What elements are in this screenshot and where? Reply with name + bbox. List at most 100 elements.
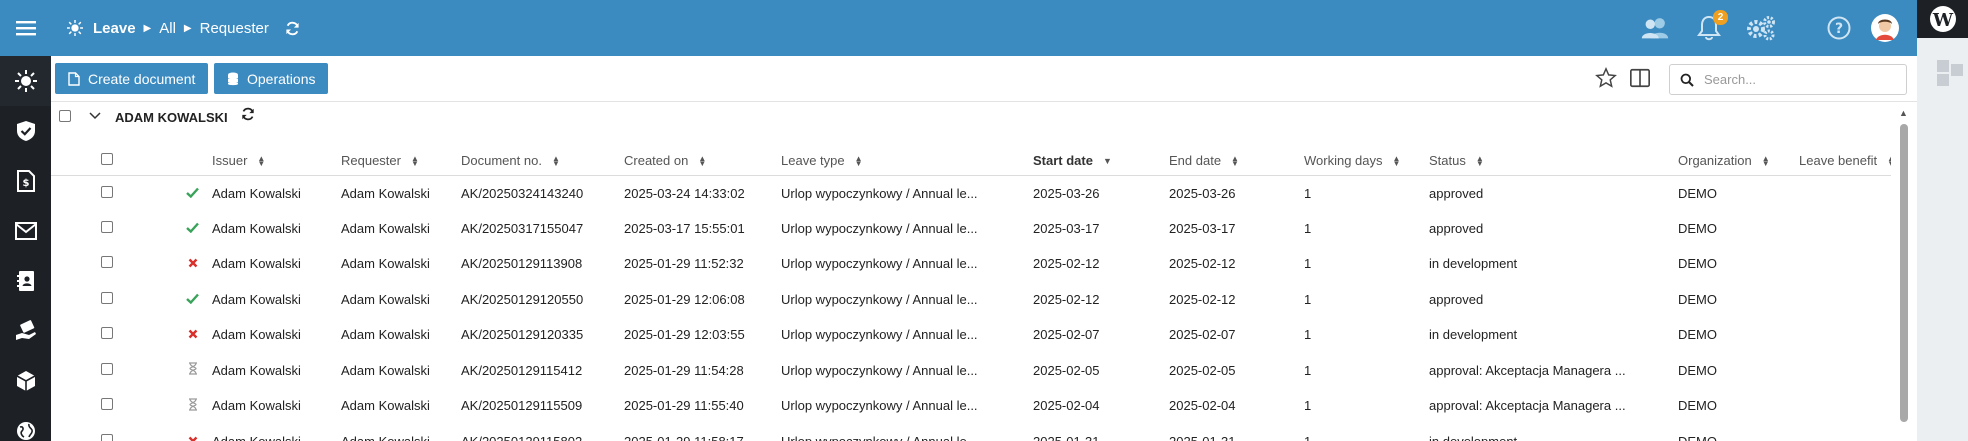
search-icon	[1680, 73, 1694, 87]
cell-benefit	[1799, 282, 1891, 318]
menu-icon	[15, 21, 36, 36]
cell-days: 1	[1304, 256, 1312, 272]
hamburger-menu-button[interactable]	[0, 0, 51, 56]
cell-requester: Adam Kowalski	[341, 327, 430, 343]
svg-text:?: ?	[1835, 21, 1843, 37]
row-status-icon	[181, 282, 212, 318]
breadcrumb-all[interactable]: All	[159, 20, 176, 37]
refresh-icon[interactable]	[285, 21, 300, 36]
cell-end: 2025-03-26	[1169, 185, 1236, 201]
row-checkbox[interactable]	[101, 185, 113, 198]
users-button[interactable]	[1639, 12, 1671, 44]
breadcrumb-requester[interactable]: Requester	[200, 20, 269, 37]
cell-doc: AK/20250129113908	[461, 256, 583, 272]
cell-start: 2025-02-05	[1033, 362, 1100, 378]
right-side-panel: W	[1917, 0, 1968, 441]
scrollbar-thumb[interactable]	[1900, 124, 1908, 422]
svg-text:W: W	[1931, 10, 1953, 31]
cell-start: 2025-02-12	[1033, 256, 1100, 272]
table-row[interactable]: Adam Kowalski Adam Kowalski AK/20250129120…	[51, 282, 1891, 318]
refresh-icon[interactable]	[241, 107, 255, 121]
settings-button[interactable]	[1745, 12, 1777, 44]
left-sidebar: $	[0, 0, 51, 441]
help-button[interactable]: ?	[1823, 12, 1855, 44]
star-icon[interactable]	[1595, 67, 1617, 89]
column-header-issuer[interactable]: Issuer ▲ ▼	[212, 146, 341, 176]
sidebar-item-inventory[interactable]	[0, 356, 51, 406]
row-status-icon	[181, 424, 212, 441]
column-header-working-days[interactable]: Working days ▲ ▼	[1304, 146, 1429, 176]
cell-status: approved	[1429, 185, 1484, 201]
column-header-document-no[interactable]: Document no. ▲ ▼	[461, 146, 624, 176]
sidebar-item-expenses[interactable]	[0, 306, 51, 356]
rejected-cross-icon	[188, 329, 197, 339]
row-checkbox[interactable]	[101, 398, 113, 411]
table-row[interactable]: Adam Kowalski Adam Kowalski AK/20250129120…	[51, 317, 1891, 353]
sidebar-item-web[interactable]	[0, 406, 51, 441]
cell-days: 1	[1304, 327, 1312, 343]
row-status-icon	[181, 317, 212, 353]
app-title[interactable]: Leave	[93, 20, 136, 37]
group-select-checkbox[interactable]	[59, 110, 71, 122]
cell-requester: Adam Kowalski	[341, 362, 430, 378]
table-row[interactable]: Adam KowalskiAdam KowalskiAK/20250129115…	[51, 424, 1891, 441]
row-status-icon	[181, 353, 212, 389]
column-header-end-date[interactable]: End date ▲ ▼	[1169, 146, 1304, 176]
sidebar-item-invoices[interactable]: $	[0, 156, 51, 206]
row-status-icon	[181, 175, 212, 211]
search-box	[1669, 64, 1907, 95]
approved-check-icon	[186, 293, 199, 304]
column-header-organization[interactable]: Organization ▲ ▼	[1678, 146, 1799, 176]
operations-button[interactable]: Operations	[214, 63, 329, 94]
cell-status: in development	[1429, 424, 1678, 441]
table-row[interactable]: Adam KowalskiAdam KowalskiAK/20250129115…	[51, 353, 1891, 389]
table-row[interactable]: Adam Kowalski Adam Kowalski AK/20250324143…	[51, 175, 1891, 211]
column-header-status[interactable]: Status ▲ ▼	[1429, 146, 1678, 176]
cell-requester: Adam Kowalski	[341, 185, 430, 201]
cell-doc: AK/20250324143240	[461, 185, 584, 201]
column-header-leave-type[interactable]: Leave type ▲ ▼	[781, 146, 1033, 176]
column-header-created-on[interactable]: Created on ▲ ▼	[624, 146, 781, 176]
cell-issuer: Adam Kowalski	[212, 185, 301, 201]
sort-icon: ▲▼	[698, 154, 707, 169]
cell-requester: Adam Kowalski	[341, 398, 430, 414]
column-header-requester[interactable]: Requester ▲ ▼	[341, 146, 461, 176]
database-icon	[228, 72, 238, 85]
row-checkbox[interactable]	[101, 327, 113, 340]
row-checkbox[interactable]	[101, 220, 113, 233]
sidebar-item-messages[interactable]	[0, 206, 51, 256]
table-row[interactable]: Adam KowalskiAdam KowalskiAK/20250129115…	[51, 388, 1891, 424]
user-avatar-button[interactable]	[1869, 12, 1901, 44]
cell-benefit	[1799, 317, 1891, 353]
wordpress-logo[interactable]: W	[1917, 0, 1968, 38]
table-row[interactable]: Adam Kowalski Adam Kowalski AK/20250317155…	[51, 211, 1891, 247]
scroll-up-arrow[interactable]: ▲	[1899, 108, 1908, 118]
dashboard-widgets-icon[interactable]	[1937, 60, 1965, 90]
users-icon	[1641, 18, 1669, 39]
vertical-scrollbar[interactable]: ▲	[1897, 108, 1911, 441]
row-select-cell	[51, 175, 181, 211]
cell-status: approved	[1429, 220, 1484, 236]
row-checkbox[interactable]	[101, 291, 113, 304]
cell-org: DEMO	[1678, 398, 1717, 414]
cell-end: 2025-02-07	[1169, 327, 1236, 343]
column-header-start-date[interactable]: Start date ▼	[1033, 146, 1169, 176]
select-all-checkbox[interactable]	[101, 152, 113, 165]
sidebar-item-contacts[interactable]	[0, 256, 51, 306]
chevron-down-icon[interactable]	[89, 112, 101, 120]
row-checkbox[interactable]	[101, 433, 113, 441]
split-view-icon[interactable]	[1629, 67, 1651, 89]
cell-doc: AK/20250129115802	[461, 424, 624, 441]
row-checkbox[interactable]	[101, 256, 113, 269]
cell-start: 2025-01-31	[1033, 424, 1169, 441]
row-checkbox[interactable]	[101, 362, 113, 375]
create-document-button[interactable]: Create document	[55, 63, 209, 94]
cell-start: 2025-02-07	[1033, 327, 1100, 343]
cell-type: Urlop wypoczynkowy / Annual le...	[781, 256, 978, 272]
table-row[interactable]: Adam Kowalski Adam Kowalski AK/20250129113…	[51, 246, 1891, 282]
search-input[interactable]	[1704, 69, 1900, 90]
row-select-cell	[51, 246, 181, 282]
sidebar-item-leave[interactable]	[0, 56, 51, 106]
column-header-leave-benefit[interactable]: Leave benefit▲▼	[1799, 146, 1891, 176]
sidebar-item-approvals[interactable]	[0, 106, 51, 156]
